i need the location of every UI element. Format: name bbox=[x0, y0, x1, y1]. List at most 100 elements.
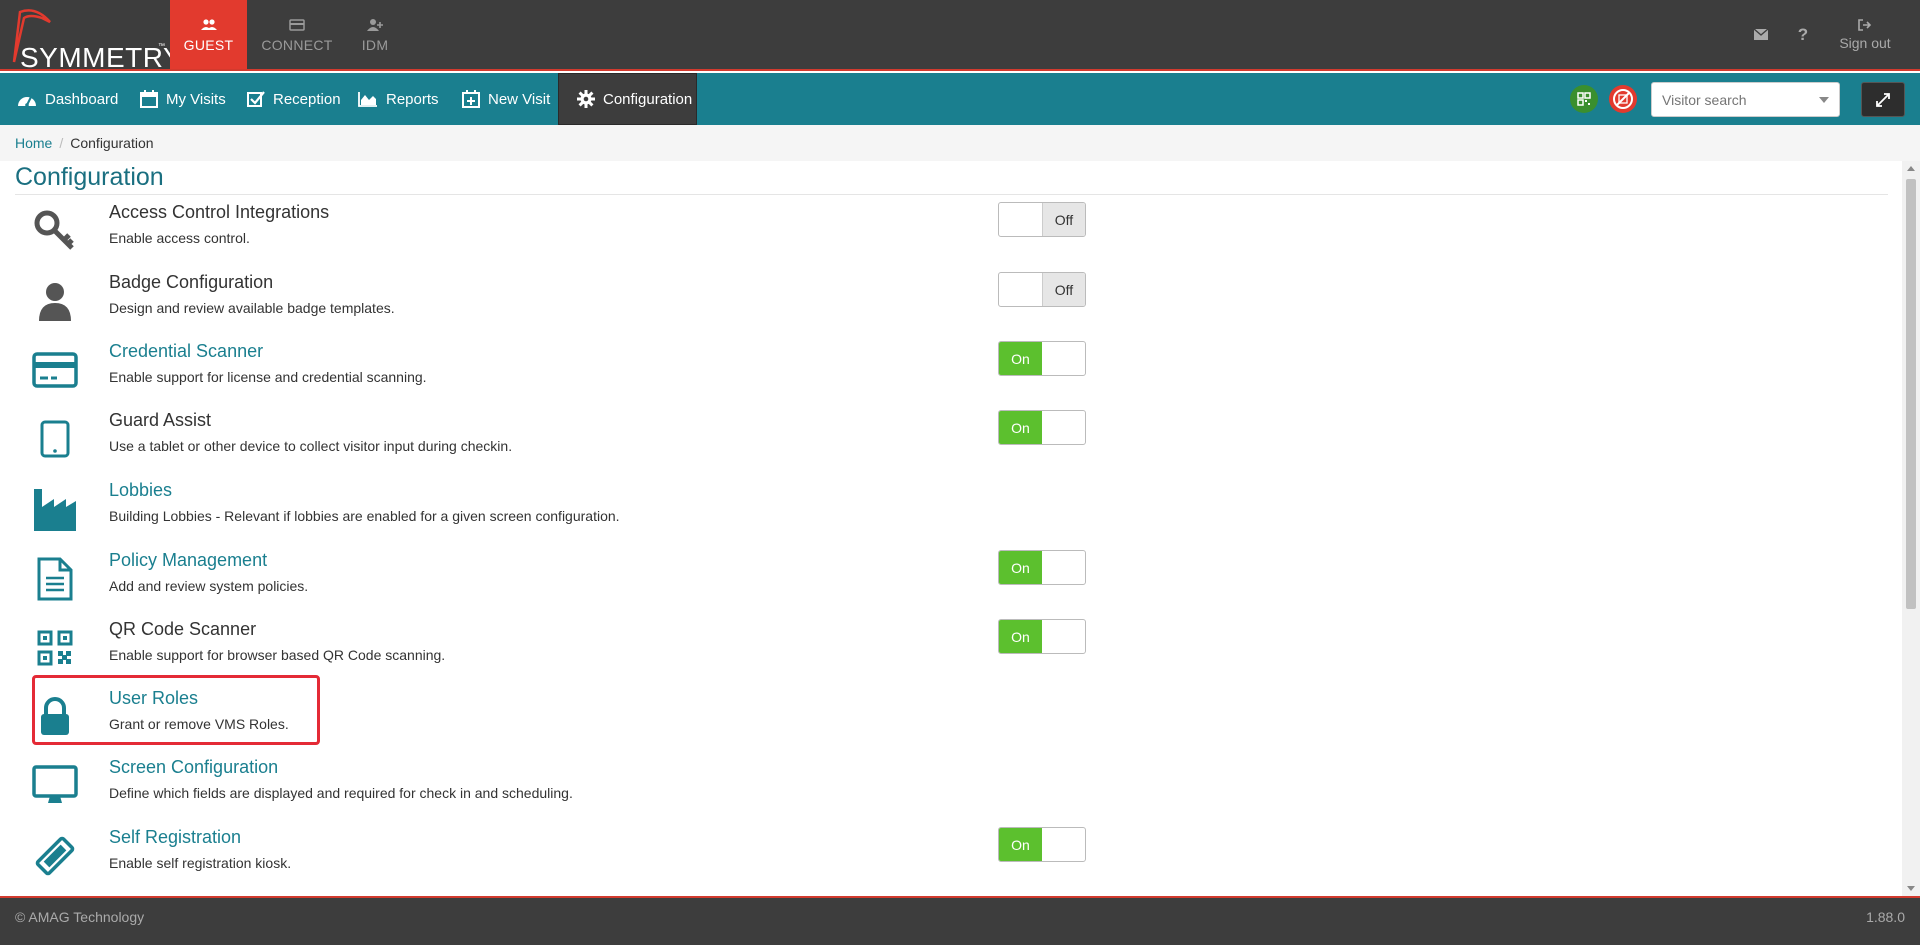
highlight-box bbox=[32, 675, 320, 745]
mail-button[interactable] bbox=[1750, 0, 1772, 69]
qr-code-icon bbox=[30, 623, 80, 673]
config-item-title[interactable]: Screen Configuration bbox=[109, 757, 278, 778]
ticket-icon bbox=[30, 831, 80, 881]
footer: © AMAG Technology 1.88.0 bbox=[0, 896, 1920, 945]
config-item-title[interactable]: Policy Management bbox=[109, 550, 267, 571]
block-icon bbox=[1613, 89, 1633, 109]
toggle-state: On bbox=[999, 411, 1042, 444]
config-item-badge-configuration: Badge Configuration Design and review av… bbox=[15, 268, 1115, 334]
config-item-title[interactable]: Lobbies bbox=[109, 480, 172, 501]
toggle-state: Off bbox=[1042, 273, 1085, 306]
config-item-description: Define which fields are displayed and re… bbox=[109, 785, 573, 801]
config-item-self-registration[interactable]: Self Registration Enable self registrati… bbox=[15, 823, 1115, 889]
config-item-guard-assist: Guard Assist Use a tablet or other devic… bbox=[15, 406, 1115, 472]
user-icon bbox=[30, 276, 80, 326]
app-tab-guest[interactable]: GUEST bbox=[170, 0, 247, 69]
nav-label: My Visits bbox=[166, 90, 226, 108]
config-item-description: Use a tablet or other device to collect … bbox=[109, 438, 513, 454]
config-item-access-control: Access Control Integrations Enable acces… bbox=[15, 198, 1115, 264]
qr-scan-button[interactable] bbox=[1570, 85, 1598, 113]
nav-label: Configuration bbox=[603, 90, 693, 108]
app-tab-label: IDM bbox=[361, 36, 389, 53]
top-bar: SYMMETRY ™ GUEST CONNECT IDM ? Sign out bbox=[0, 0, 1920, 73]
config-item-credential-scanner[interactable]: Credential Scanner Enable support for li… bbox=[15, 337, 1115, 403]
tablet-icon bbox=[30, 414, 80, 464]
config-item-description: Enable support for license and credentia… bbox=[109, 369, 427, 385]
config-item-title: QR Code Scanner bbox=[109, 619, 257, 639]
self-registration-toggle[interactable]: On bbox=[998, 827, 1086, 862]
scroll-down-icon[interactable] bbox=[1907, 886, 1915, 891]
scrollbar-thumb[interactable] bbox=[1906, 179, 1916, 609]
check-square-icon bbox=[247, 91, 265, 107]
toggle-state: On bbox=[999, 551, 1042, 584]
config-item-policy-management[interactable]: Policy Management Add and review system … bbox=[15, 546, 1115, 612]
toggle-state: On bbox=[999, 620, 1042, 653]
building-icon bbox=[30, 484, 80, 534]
config-item-title: Guard Assist bbox=[109, 410, 212, 430]
sign-out-button[interactable]: Sign out bbox=[1832, 0, 1898, 69]
breadcrumb-separator: / bbox=[59, 135, 64, 151]
symmetry-logo[interactable]: SYMMETRY ™ bbox=[6, 4, 182, 73]
config-item-qr-code-scanner: QR Code Scanner Enable support for brows… bbox=[15, 615, 1115, 681]
envelope-icon bbox=[1754, 29, 1768, 40]
user-plus-icon bbox=[367, 18, 383, 31]
scroll-up-icon[interactable] bbox=[1907, 166, 1915, 171]
visitor-search[interactable] bbox=[1651, 82, 1840, 117]
qr-code-icon bbox=[1577, 92, 1591, 106]
breadcrumb-home[interactable]: Home bbox=[15, 135, 52, 151]
badge-configuration-toggle[interactable]: Off bbox=[998, 272, 1086, 307]
config-item-description: Enable support for browser based QR Code… bbox=[109, 647, 446, 663]
expand-icon bbox=[1876, 92, 1890, 107]
app-tab-label: CONNECT bbox=[261, 36, 333, 53]
config-item-lobbies[interactable]: Lobbies Building Lobbies - Relevant if l… bbox=[15, 476, 1115, 542]
key-icon bbox=[30, 206, 80, 256]
nav-label: Reports bbox=[386, 90, 439, 108]
sign-out-icon bbox=[1858, 18, 1872, 31]
config-item-screen-configuration[interactable]: Screen Configuration Define which fields… bbox=[15, 753, 1115, 819]
help-button[interactable]: ? bbox=[1792, 0, 1814, 69]
toggle-state: On bbox=[999, 828, 1042, 861]
area-chart-icon bbox=[358, 92, 377, 107]
monitor-icon bbox=[30, 761, 80, 811]
fullscreen-button[interactable] bbox=[1861, 82, 1905, 117]
qr-code-scanner-toggle[interactable]: On bbox=[998, 619, 1086, 654]
footer-copyright: © AMAG Technology bbox=[15, 909, 145, 925]
app-tab-idm[interactable]: IDM bbox=[350, 0, 400, 69]
config-item-description: Building Lobbies - Relevant if lobbies a… bbox=[109, 508, 620, 524]
title-divider bbox=[15, 194, 1888, 195]
access-control-toggle[interactable]: Off bbox=[998, 202, 1086, 237]
toggle-state: Off bbox=[1042, 203, 1085, 236]
breadcrumb: Home / Configuration bbox=[0, 125, 1920, 161]
no-scan-button[interactable] bbox=[1609, 85, 1637, 113]
nav-new-visit[interactable]: New Visit bbox=[462, 73, 550, 125]
policy-management-toggle[interactable]: On bbox=[998, 550, 1086, 585]
breadcrumb-current: Configuration bbox=[70, 135, 154, 151]
config-item-title: Access Control Integrations bbox=[109, 202, 330, 222]
chevron-down-icon[interactable] bbox=[1819, 97, 1829, 103]
nav-reception[interactable]: Reception bbox=[247, 73, 341, 125]
visitor-search-input[interactable] bbox=[1652, 83, 1802, 116]
sign-out-label: Sign out bbox=[1839, 34, 1891, 51]
nav-label: Dashboard bbox=[45, 90, 119, 108]
nav-dashboard[interactable]: Dashboard bbox=[17, 73, 118, 125]
dashboard-icon bbox=[18, 96, 36, 107]
page-title: Configuration bbox=[15, 163, 164, 191]
main-nav: Dashboard My Visits Reception Reports Ne… bbox=[0, 73, 1920, 125]
config-item-title: Badge Configuration bbox=[109, 272, 274, 292]
nav-my-visits[interactable]: My Visits bbox=[140, 73, 226, 125]
page-scrollbar[interactable] bbox=[1902, 161, 1920, 896]
users-icon bbox=[200, 18, 217, 30]
app-tab-connect[interactable]: CONNECT bbox=[255, 0, 339, 69]
config-item-title[interactable]: Credential Scanner bbox=[109, 341, 263, 362]
nav-configuration[interactable]: Configuration bbox=[558, 73, 697, 125]
guard-assist-toggle[interactable]: On bbox=[998, 410, 1086, 445]
config-item-description: Add and review system policies. bbox=[109, 578, 309, 594]
config-item-title[interactable]: Self Registration bbox=[109, 827, 241, 848]
toggle-state: On bbox=[999, 342, 1042, 375]
nav-reports[interactable]: Reports bbox=[358, 73, 439, 125]
document-icon bbox=[30, 554, 80, 604]
credential-scanner-toggle[interactable]: On bbox=[998, 341, 1086, 376]
credit-card-icon bbox=[30, 345, 80, 395]
question-icon: ? bbox=[1797, 24, 1809, 44]
gear-icon bbox=[577, 90, 595, 108]
